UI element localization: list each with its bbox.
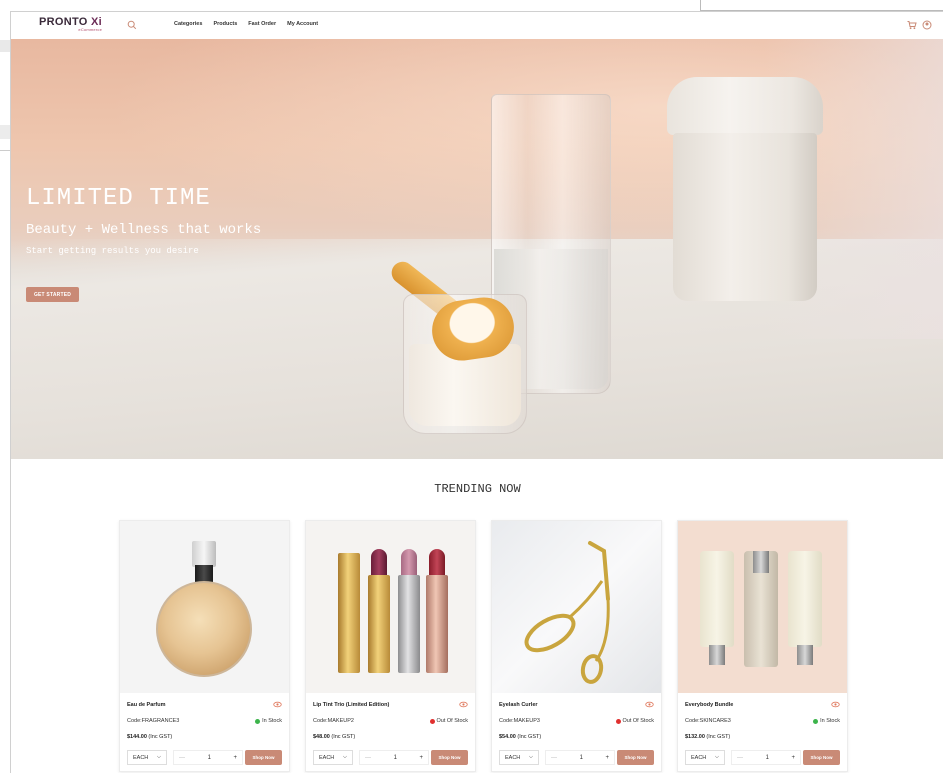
product-name[interactable]: Lip Tint Trio (Limited Edition) [313, 702, 389, 708]
hero-title: LIMITED TIME [26, 185, 211, 212]
product-code: Code:MAKEUP2 [313, 718, 354, 724]
background-window-top [0, 0, 943, 11]
nav-item-my-account[interactable]: My Account [287, 21, 318, 27]
chevron-down-icon: ⌵ [528, 754, 533, 760]
stock-dot [813, 718, 819, 724]
shop-now-button[interactable]: Shop Now [245, 750, 282, 765]
store-page: PRONTO Xi eCommerce Categories Products … [10, 11, 943, 773]
shop-now-button[interactable]: Shop Now [803, 750, 840, 765]
search-icon[interactable] [127, 20, 137, 30]
chevron-down-icon: ⌵ [714, 754, 719, 760]
background-window-edge [0, 0, 10, 773]
uom-select[interactable]: EACH ⌵ [313, 750, 353, 765]
eye-icon[interactable] [459, 700, 468, 709]
product-image[interactable] [492, 521, 661, 693]
user-icon[interactable] [922, 20, 932, 30]
uom-select[interactable]: EACH ⌵ [499, 750, 539, 765]
main-nav: Categories Products Fast Order My Accoun… [174, 21, 318, 27]
quantity-stepper[interactable]: — 1 + [173, 750, 243, 765]
chevron-down-icon: ⌵ [156, 754, 161, 760]
hero-text: Start getting results you desire [26, 246, 199, 256]
eye-icon[interactable] [273, 700, 282, 709]
uom-select[interactable]: EACH ⌵ [685, 750, 725, 765]
minus-icon[interactable]: — [551, 755, 557, 761]
site-header: PRONTO Xi eCommerce Categories Products … [11, 12, 943, 39]
plus-icon[interactable]: + [419, 755, 423, 761]
hero-jar-image [667, 77, 823, 301]
product-image[interactable] [678, 521, 847, 693]
product-image[interactable] [306, 521, 475, 693]
product-code: Code:SKINCARE3 [685, 718, 731, 724]
eye-icon[interactable] [645, 700, 654, 709]
background-divider [0, 150, 10, 151]
product-price: $54.00 (Inc GST) [499, 734, 542, 740]
product-name[interactable]: Everybody Bundle [685, 702, 733, 708]
stock-status: Out Of Stock [615, 718, 654, 724]
nav-item-categories[interactable]: Categories [174, 21, 202, 27]
plus-icon[interactable]: + [605, 755, 609, 761]
hero-banner: LIMITED TIME Beauty + Wellness that work… [11, 39, 943, 459]
quantity-value[interactable]: 1 [580, 755, 583, 761]
product-price: $132.00 (Inc GST) [685, 734, 731, 740]
product-card[interactable]: Eau de Parfum Code:FRAGRANCE3 In Stock $… [119, 520, 290, 772]
stock-status: In Stock [255, 718, 282, 724]
plus-icon[interactable]: + [791, 755, 795, 761]
product-name[interactable]: Eyelash Curler [499, 702, 538, 708]
stock-dot [615, 718, 621, 724]
chevron-down-icon: ⌵ [342, 754, 347, 760]
minus-icon[interactable]: — [179, 755, 185, 761]
trending-heading: TRENDING NOW [434, 482, 521, 496]
cart-icon[interactable] [907, 20, 917, 30]
product-image[interactable] [120, 521, 289, 693]
eye-icon[interactable] [831, 700, 840, 709]
product-price: $48.00 (Inc GST) [313, 734, 356, 740]
brand-logo[interactable]: PRONTO Xi eCommerce [39, 16, 102, 32]
shop-now-button[interactable]: Shop Now [617, 750, 654, 765]
quantity-value[interactable]: 1 [766, 755, 769, 761]
background-band [0, 125, 10, 139]
shop-now-button[interactable]: Shop Now [431, 750, 468, 765]
plus-icon[interactable]: + [233, 755, 237, 761]
stock-status: Out Of Stock [429, 718, 468, 724]
uom-select[interactable]: EACH ⌵ [127, 750, 167, 765]
stock-dot [255, 718, 261, 724]
stock-dot [429, 718, 435, 724]
nav-item-products[interactable]: Products [213, 21, 237, 27]
product-card[interactable]: Eyelash Curler Code:MAKEUP3 Out Of Stock… [491, 520, 662, 772]
quantity-value[interactable]: 1 [208, 755, 211, 761]
background-band [0, 40, 10, 52]
stock-status: In Stock [813, 718, 840, 724]
get-started-button[interactable]: GET STARTED [26, 287, 79, 302]
product-name[interactable]: Eau de Parfum [127, 702, 166, 708]
product-price: $144.00 (Inc GST) [127, 734, 173, 740]
quantity-stepper[interactable]: — 1 + [545, 750, 615, 765]
quantity-stepper[interactable]: — 1 + [359, 750, 429, 765]
product-card[interactable]: Everybody Bundle Code:SKINCARE3 In Stock… [677, 520, 848, 772]
quantity-stepper[interactable]: — 1 + [731, 750, 801, 765]
minus-icon[interactable]: — [737, 755, 743, 761]
minus-icon[interactable]: — [365, 755, 371, 761]
product-grid: Eau de Parfum Code:FRAGRANCE3 In Stock $… [119, 520, 849, 773]
quantity-value[interactable]: 1 [394, 755, 397, 761]
product-code: Code:MAKEUP3 [499, 718, 540, 724]
product-card[interactable]: Lip Tint Trio (Limited Edition) Code:MAK… [305, 520, 476, 772]
hero-subtitle: Beauty + Wellness that works [26, 222, 262, 238]
nav-item-fast-order[interactable]: Fast Order [248, 21, 276, 27]
product-code: Code:FRAGRANCE3 [127, 718, 180, 724]
